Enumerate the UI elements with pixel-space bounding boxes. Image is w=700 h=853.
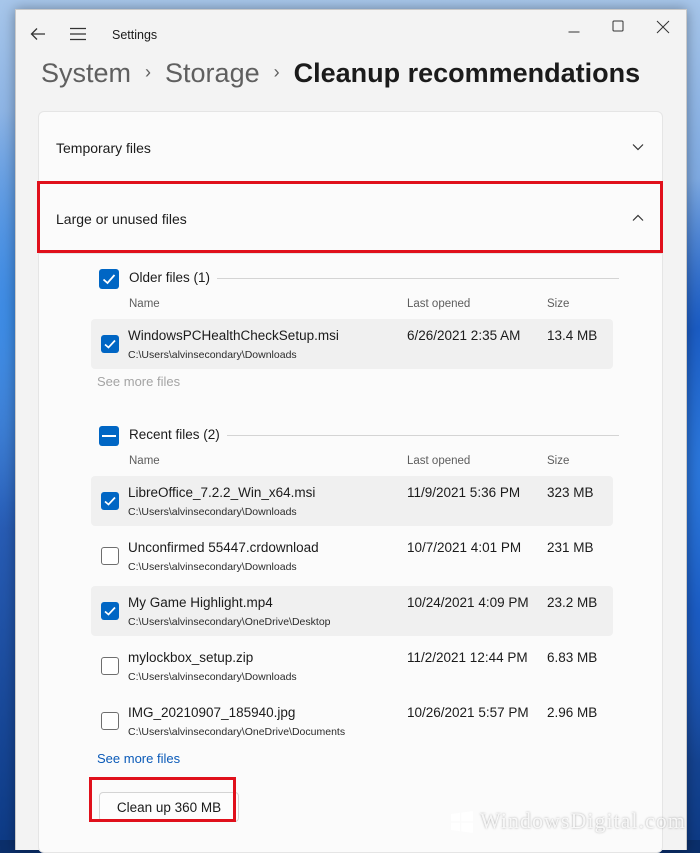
windows-logo-icon (451, 811, 473, 833)
title-bar: Settings (16, 10, 686, 58)
checkmark-icon (104, 339, 116, 349)
breadcrumb-separator: › (145, 62, 152, 82)
recent-files-checkbox[interactable] (99, 426, 119, 446)
file-size: 6.83 MB (547, 650, 598, 665)
older-files-checkbox[interactable] (99, 269, 119, 289)
file-name: My Game Highlight.mp4 (128, 595, 273, 610)
watermark: WindowsDigital.com (450, 806, 700, 840)
file-last-opened: 10/7/2021 4:01 PM (407, 540, 522, 555)
column-header-name: Name (129, 455, 160, 467)
file-checkbox[interactable] (101, 602, 119, 620)
file-path: C:\Users\alvinsecondary\OneDrive\Desktop (128, 616, 331, 628)
highlight-large-unused-files (37, 181, 663, 253)
file-last-opened: 11/2/2021 12:44 PM (407, 650, 528, 665)
file-size: 231 MB (547, 540, 594, 555)
column-header-last-opened: Last opened (407, 298, 471, 310)
file-last-opened: 11/9/2021 5:36 PM (407, 485, 521, 500)
file-checkbox[interactable] (101, 547, 119, 565)
recent-files-group-header: Recent files (2) (99, 424, 619, 446)
older-files-title: Older files (1) (129, 270, 211, 285)
file-last-opened: 6/26/2021 2:35 AM (407, 328, 521, 343)
back-arrow-icon[interactable] (29, 25, 47, 43)
checkmark-icon (104, 606, 116, 616)
file-row[interactable]: LibreOffice_7.2.2_Win_x64.msi C:\Users\a… (91, 476, 613, 526)
file-size: 23.2 MB (547, 595, 598, 610)
recent-files-title: Recent files (2) (129, 427, 220, 442)
close-icon[interactable] (656, 20, 670, 34)
file-size: 323 MB (547, 485, 594, 500)
file-path: C:\Users\alvinsecondary\Downloads (128, 506, 297, 518)
settings-window: Settings System › Storage › Cleanup recommen… (15, 9, 687, 853)
column-header-last-opened: Last opened (407, 455, 471, 467)
file-checkbox[interactable] (101, 335, 119, 353)
see-more-recent-files[interactable]: See more files (97, 751, 180, 766)
file-path: C:\Users\alvinsecondary\Downloads (128, 349, 297, 361)
section-label: Temporary files (56, 140, 151, 156)
column-header-name: Name (129, 298, 160, 310)
hamburger-menu-icon[interactable] (69, 26, 87, 42)
group-divider (227, 435, 619, 436)
checkmark-icon (102, 274, 116, 285)
see-more-older-files[interactable]: See more files (97, 374, 180, 389)
column-header-size: Size (547, 455, 570, 467)
group-divider (217, 278, 619, 279)
section-temporary-files[interactable]: Temporary files (39, 112, 662, 182)
page-title: Cleanup recommendations (293, 58, 641, 88)
highlight-clean-up-button (89, 777, 236, 822)
checkmark-icon (104, 496, 116, 506)
file-name: mylockbox_setup.zip (128, 650, 254, 665)
window-title: Settings (112, 28, 158, 42)
file-row[interactable]: mylockbox_setup.zip C:\Users\alvinsecond… (91, 641, 613, 691)
breadcrumb: System › Storage › Cleanup recommendations (41, 58, 640, 98)
file-row[interactable]: WindowsPCHealthCheckSetup.msi C:\Users\a… (91, 319, 613, 369)
file-name: Unconfirmed 55447.crdownload (128, 540, 319, 555)
file-row[interactable]: My Game Highlight.mp4 C:\Users\alvinseco… (91, 586, 613, 636)
file-path: C:\Users\alvinsecondary\OneDrive\Documen… (128, 726, 346, 738)
file-row[interactable]: IMG_20210907_185940.jpg C:\Users\alvinse… (91, 696, 613, 746)
breadcrumb-storage[interactable]: Storage (165, 58, 260, 88)
file-name: WindowsPCHealthCheckSetup.msi (128, 328, 339, 343)
file-checkbox[interactable] (101, 657, 119, 675)
file-checkbox[interactable] (101, 492, 119, 510)
watermark-text: WindowsDigital.com (480, 808, 686, 833)
file-name: LibreOffice_7.2.2_Win_x64.msi (128, 485, 316, 500)
breadcrumb-separator: › (273, 62, 280, 82)
file-name: IMG_20210907_185940.jpg (128, 705, 296, 720)
file-path: C:\Users\alvinsecondary\Downloads (128, 561, 297, 573)
minimize-icon[interactable] (568, 26, 580, 38)
chevron-down-icon (632, 144, 644, 151)
indeterminate-icon (102, 435, 116, 437)
file-size: 2.96 MB (547, 705, 598, 720)
file-checkbox[interactable] (101, 712, 119, 730)
file-last-opened: 10/24/2021 4:09 PM (407, 595, 529, 610)
section-divider (39, 253, 662, 254)
file-path: C:\Users\alvinsecondary\Downloads (128, 671, 297, 683)
column-header-size: Size (547, 298, 570, 310)
file-size: 13.4 MB (547, 328, 598, 343)
file-last-opened: 10/26/2021 5:57 PM (407, 705, 529, 720)
breadcrumb-system[interactable]: System (41, 58, 131, 88)
older-files-group-header: Older files (1) (99, 267, 619, 289)
file-row[interactable]: Unconfirmed 55447.crdownload C:\Users\al… (91, 531, 613, 581)
maximize-icon[interactable] (612, 20, 624, 32)
